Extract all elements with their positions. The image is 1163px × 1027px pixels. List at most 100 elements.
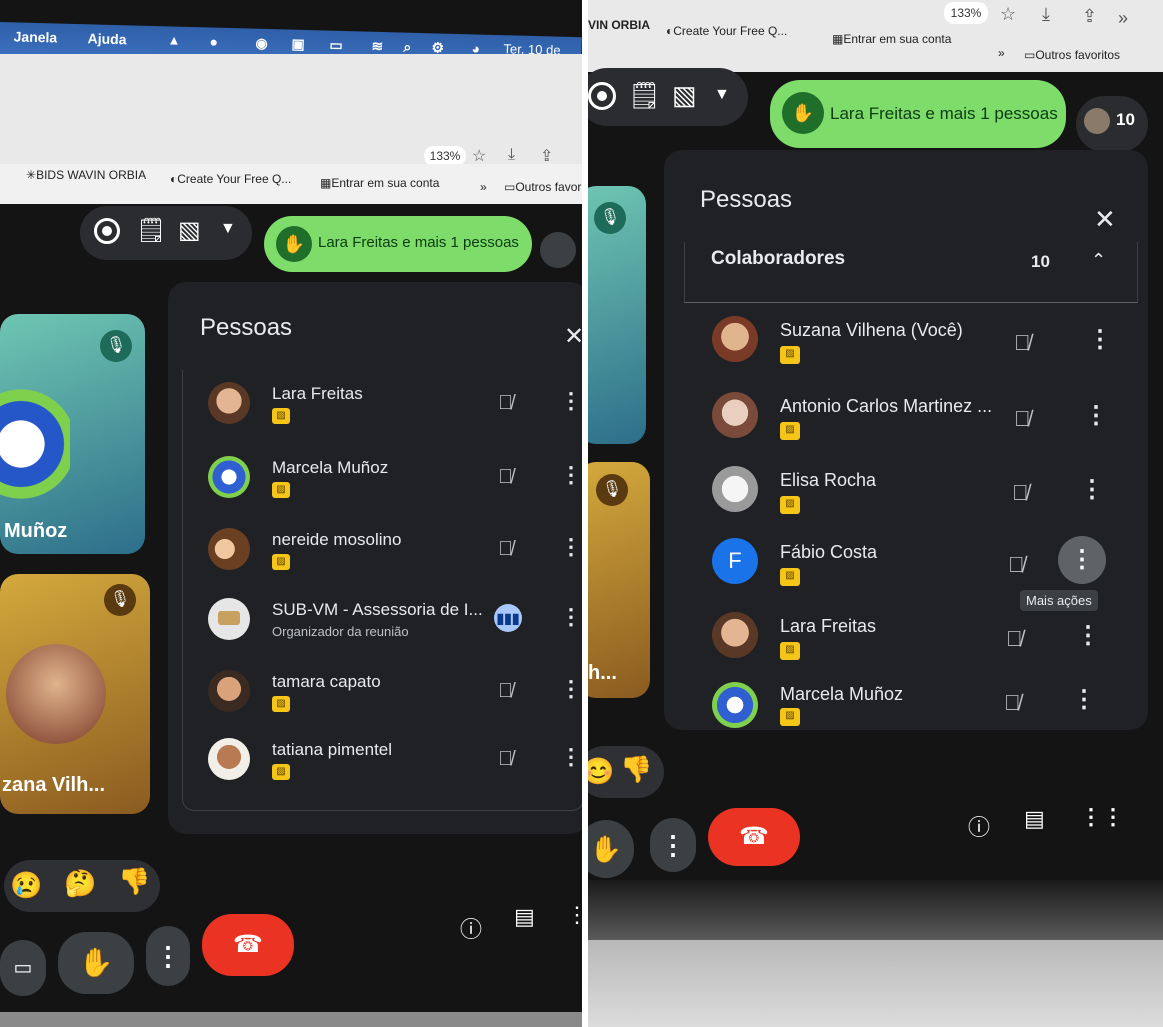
- bookmark-bids[interactable]: VIN ORBIA: [588, 18, 650, 32]
- mic-off-icon[interactable]: 🎙̸: [1014, 406, 1031, 432]
- host-tools-icon[interactable]: ▧: [178, 216, 201, 245]
- more-actions-button[interactable]: ⋮: [1058, 536, 1106, 584]
- reaction-thinking[interactable]: 🤔: [64, 868, 96, 899]
- download-icon[interactable]: ⤓: [508, 146, 515, 164]
- mic-off-icon[interactable]: 🎙̸: [498, 392, 513, 415]
- bookmark-qr[interactable]: ◐ Create Your Free Q...: [170, 172, 291, 186]
- more-options-button[interactable]: ⋮: [650, 818, 696, 872]
- reaction-thumbs-down[interactable]: 👎: [118, 866, 150, 897]
- reaction-crying[interactable]: 😢: [10, 870, 42, 901]
- person-row: Antonio Carlos Martinez ... ▨ 🎙̸ ⋮: [712, 388, 1132, 448]
- chevron-down-icon[interactable]: ▼: [714, 86, 730, 104]
- info-icon[interactable]: ⓘ: [968, 810, 990, 842]
- more-options-icon[interactable]: ⋮: [560, 464, 582, 486]
- end-call-button[interactable]: ☎: [708, 808, 800, 866]
- person-name: Marcela Muñoz: [780, 684, 904, 704]
- bookmark-bids[interactable]: ✳ BIDS WAVIN ORBIA: [26, 168, 146, 182]
- tile-marcela[interactable]: 🎙 Muñoz: [0, 314, 145, 554]
- status-icon[interactable]: ◉: [255, 35, 268, 52]
- drive-icon[interactable]: ▲: [167, 32, 180, 47]
- person-role: Organizador da reunião: [272, 624, 409, 639]
- host-tools-icon[interactable]: ▧: [672, 80, 697, 111]
- person-row: F Fábio Costa ▨ 🎙̸ ⋮ Mais ações: [712, 534, 1132, 611]
- more-options-icon[interactable]: ⋮: [1084, 404, 1108, 428]
- captions-button[interactable]: ▭: [0, 940, 46, 996]
- collaborators-section-header[interactable]: Colaboradores 10 ⌃: [684, 242, 1138, 303]
- participants-avatar-stack[interactable]: [540, 232, 576, 268]
- mic-off-icon[interactable]: 🎙̸: [1012, 480, 1029, 506]
- mic-off-icon[interactable]: 🎙̸: [1006, 626, 1023, 652]
- star-icon[interactable]: ☆: [472, 146, 486, 166]
- activities-icon[interactable]: ⋮⋮: [1080, 804, 1124, 830]
- people-panel: Pessoas ✕ Colaboradores 10 ⌃ Suzana Vilh…: [664, 150, 1148, 730]
- laptop-bezel: [588, 880, 1163, 940]
- more-options-icon[interactable]: ⋮: [560, 678, 582, 700]
- info-icon[interactable]: ⓘ: [460, 912, 482, 944]
- menu-ajuda[interactable]: Ajuda: [87, 30, 126, 47]
- more-options-icon[interactable]: ⋮: [560, 606, 582, 628]
- chat-icon[interactable]: ▤: [514, 904, 535, 930]
- bookmark-qr[interactable]: ◐ Create Your Free Q...: [666, 24, 787, 38]
- mic-off-icon[interactable]: 🎙̸: [498, 538, 513, 561]
- reactions-bar: 😢 🤔 👎: [4, 860, 160, 912]
- tile-avatar-image: [0, 384, 70, 504]
- person-name: SUB-VM - Assessoria de I...: [272, 600, 483, 619]
- mic-off-icon[interactable]: 🎙̸: [498, 680, 513, 703]
- chevron-down-icon[interactable]: ▼: [220, 220, 236, 238]
- tile-marcela[interactable]: 🎙: [588, 186, 646, 444]
- more-options-icon[interactable]: ⋮: [1072, 688, 1096, 712]
- tile-avatar-image: [6, 644, 106, 744]
- mic-off-icon[interactable]: 🎙̸: [1014, 330, 1031, 356]
- bookmark-chevron-icon[interactable]: »: [480, 180, 487, 194]
- more-options-icon[interactable]: ⋮: [1080, 478, 1104, 502]
- mic-off-icon[interactable]: 🎙̸: [1004, 690, 1021, 716]
- raise-hand-button[interactable]: ✋: [588, 820, 634, 878]
- record-icon[interactable]: [94, 218, 120, 244]
- participants-button[interactable]: 10: [1076, 96, 1148, 152]
- bookmark-folder[interactable]: ▭ Outros favor: [504, 180, 581, 194]
- battery-icon[interactable]: ▭: [329, 37, 343, 54]
- bookmark-microsoft[interactable]: ▦ Entrar em sua conta: [320, 176, 439, 190]
- activities-icon[interactable]: ⋮: [566, 902, 582, 928]
- mic-off-icon[interactable]: 🎙̸: [498, 466, 513, 489]
- reactions-bar: 😊 👎: [588, 746, 664, 798]
- window-icon[interactable]: ▣: [291, 36, 305, 53]
- bookmark-folder[interactable]: ▭ Outros favoritos: [1024, 48, 1120, 62]
- chat-icon[interactable]: ▤: [1024, 806, 1045, 832]
- reaction-thumbs-down[interactable]: 👎: [620, 754, 652, 785]
- tile-label: Muñoz: [4, 520, 68, 542]
- share-icon[interactable]: ⇪: [540, 146, 553, 166]
- chevron-up-icon[interactable]: ⌃: [1091, 250, 1106, 271]
- close-icon[interactable]: ✕: [1094, 204, 1116, 235]
- more-options-icon[interactable]: ⋮: [1088, 328, 1112, 352]
- raised-hands-banner[interactable]: ✋ Lara Freitas e mais 1 pessoas: [264, 216, 532, 272]
- avatar: F: [712, 538, 758, 584]
- transcript-icon[interactable]: 🗒: [628, 80, 661, 111]
- hat-icon[interactable]: ●: [209, 33, 218, 49]
- raise-hand-button[interactable]: ✋: [58, 932, 134, 994]
- more-options-icon[interactable]: ⋮: [560, 746, 582, 768]
- mic-off-icon: 🎙: [594, 202, 626, 234]
- wifi-icon[interactable]: ≋: [371, 38, 383, 55]
- reaction-smile[interactable]: 😊: [588, 756, 614, 787]
- bookmark-chevron-icon[interactable]: »: [998, 46, 1005, 60]
- tile-suzana[interactable]: 🎙 zana Vilh...: [0, 574, 150, 814]
- menu-janela[interactable]: Janela: [13, 28, 57, 45]
- bookmark-microsoft[interactable]: ▦ Entrar em sua conta: [832, 32, 951, 46]
- mic-off-icon: 🎙: [596, 474, 628, 506]
- more-options-icon[interactable]: ⋮: [1076, 624, 1100, 648]
- end-call-button[interactable]: ☎: [202, 914, 294, 976]
- mic-off-icon[interactable]: 🎙̸: [498, 748, 513, 771]
- laptop-base: [588, 940, 1163, 1027]
- mic-off-icon[interactable]: 🎙̸: [1008, 552, 1025, 578]
- record-icon[interactable]: [588, 82, 616, 110]
- transcript-icon[interactable]: 🗒: [136, 216, 166, 245]
- more-options-icon[interactable]: ⋮: [560, 390, 582, 412]
- zoom-indicator[interactable]: 133%: [424, 146, 466, 166]
- more-options-button[interactable]: ⋮: [146, 926, 190, 986]
- more-options-icon[interactable]: ⋮: [560, 536, 582, 558]
- raised-hands-banner[interactable]: ✋ Lara Freitas e mais 1 pessoas: [770, 80, 1066, 148]
- tile-suzana[interactable]: 🎙 h...: [588, 462, 650, 698]
- close-icon[interactable]: ✕: [564, 322, 582, 351]
- raised-hand-icon: ✋: [276, 226, 312, 262]
